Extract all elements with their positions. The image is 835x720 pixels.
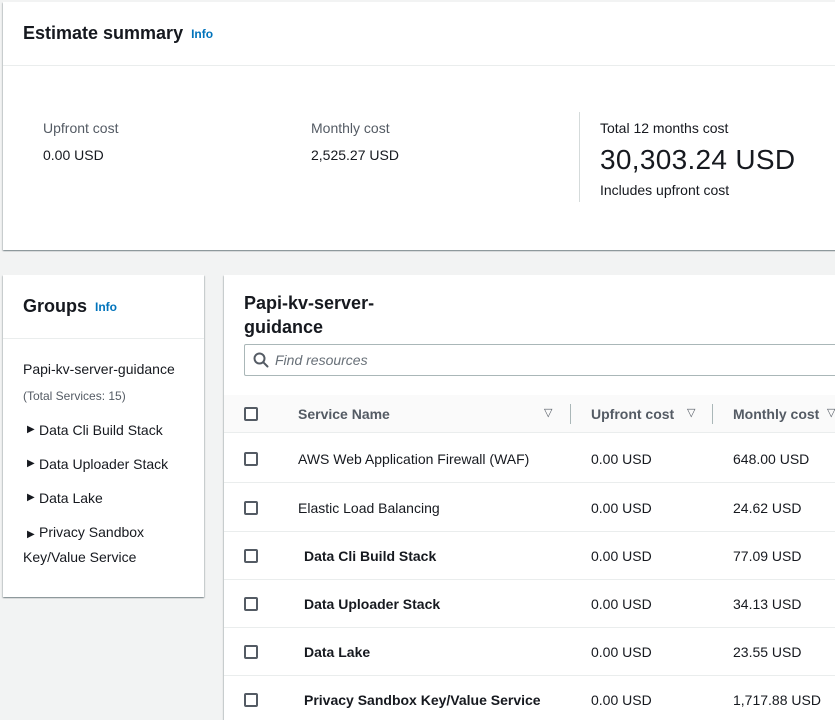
monthly-cost-value: 2,525.27 USD [311,147,399,163]
search-input[interactable] [275,352,775,368]
table-row[interactable]: AWS Web Application Firewall (WAF) 0.00 … [224,435,835,483]
table-row-group[interactable]: Data Uploader Stack 0.00 USD 34.13 USD [224,580,835,628]
row-checkbox[interactable] [244,549,258,563]
service-name-cell: AWS Web Application Firewall (WAF) [298,451,530,467]
group-item-label: Privacy Sandbox Key/Value Service [23,524,145,565]
row-checkbox[interactable] [244,597,258,611]
table-row[interactable]: Elastic Load Balancing 0.00 USD 24.62 US… [224,484,835,532]
monthly-cost-cell: 24.62 USD [733,500,802,516]
upfront-cost-cell: 0.00 USD [591,644,652,660]
total-cost-label: Total 12 months cost [600,120,729,136]
column-divider[interactable] [712,404,713,424]
column-header-service-name[interactable]: Service Name [298,406,390,422]
table-row-group[interactable]: Data Cli Build Stack 0.00 USD 77.09 USD [224,532,835,580]
caret-right-icon[interactable]: ▶ [27,487,35,509]
search-box[interactable] [244,344,835,376]
upfront-cost-cell: 0.00 USD [591,500,652,516]
row-checkbox[interactable] [244,452,258,466]
group-item-data-cli-build-stack[interactable]: ▶ Data Cli Build Stack [27,419,163,441]
estimate-summary-info-link[interactable]: Info [191,27,213,41]
total-cost-note: Includes upfront cost [600,182,730,198]
monthly-cost-label: Monthly cost [311,120,390,136]
service-name-cell: Data Cli Build Stack [304,548,437,564]
sort-down-icon[interactable]: ▽ [544,406,552,419]
row-checkbox[interactable] [244,645,258,659]
group-item-privacy-sandbox[interactable]: ▶ Privacy Sandbox Key/Value Service [23,521,173,568]
upfront-cost-value: 0.00 USD [43,147,104,163]
upfront-cost-label: Upfront cost [43,120,119,136]
upfront-cost-cell: 0.00 USD [591,692,652,708]
monthly-cost-cell: 34.13 USD [733,596,802,612]
upfront-cost-cell: 0.00 USD [591,596,652,612]
upfront-cost-cell: 0.00 USD [591,548,652,564]
groups-info-link[interactable]: Info [95,300,117,314]
estimate-summary-title: Estimate summary [23,23,184,43]
estimate-summary-header: Estimate summary Info [3,2,835,66]
service-name-cell: Data Uploader Stack [304,596,441,612]
service-name-cell: Privacy Sandbox Key/Value Service [304,692,541,708]
search-icon [253,352,269,368]
group-item-label: Data Lake [39,490,103,506]
table-row-group[interactable]: Privacy Sandbox Key/Value Service 0.00 U… [224,676,835,720]
group-item-data-uploader-stack[interactable]: ▶ Data Uploader Stack [27,453,168,475]
upfront-cost-cell: 0.00 USD [591,451,652,467]
table-header: Service Name ▽ Upfront cost ▽ Monthly co… [224,395,835,433]
column-header-upfront-cost[interactable]: Upfront cost [591,406,674,422]
row-checkbox[interactable] [244,693,258,707]
summary-divider [579,112,580,202]
row-checkbox[interactable] [244,501,258,515]
monthly-cost-cell: 1,717.88 USD [733,692,821,708]
table-row-group[interactable]: Data Lake 0.00 USD 23.55 USD [224,628,835,676]
group-item-data-lake[interactable]: ▶ Data Lake [27,487,103,509]
total-cost-value: 30,303.24 USD [600,144,796,175]
groups-header: Groups Info [3,275,204,339]
estimate-summary-panel: Estimate summary Info Upfront cost 0.00 … [3,2,835,250]
service-name-cell: Data Lake [304,644,371,660]
column-header-monthly-cost[interactable]: Monthly cost [733,406,819,422]
monthly-cost-cell: 77.09 USD [733,548,802,564]
caret-right-icon[interactable]: ▶ [27,419,35,441]
group-root-count: (Total Services: 15) [23,389,126,403]
select-all-checkbox[interactable] [244,407,258,421]
group-item-label: Data Uploader Stack [39,456,169,472]
caret-right-icon[interactable]: ▶ [27,453,35,475]
sort-down-icon[interactable]: ▽ [827,406,835,419]
sort-down-icon[interactable]: ▽ [687,406,695,419]
group-root-name[interactable]: Papi-kv-server-guidance [23,361,175,377]
groups-panel: Groups Info Papi-kv-server-guidance (Tot… [3,275,204,597]
resources-title: Papi-kv-server-guidance [244,293,375,337]
service-name-cell: Elastic Load Balancing [298,500,440,516]
groups-title: Groups [23,296,88,316]
caret-right-icon[interactable]: ▶ [27,524,35,546]
monthly-cost-cell: 23.55 USD [733,644,802,660]
resources-panel: Papi-kv-server-guidance Service Name ▽ U… [224,275,835,720]
column-divider[interactable] [570,404,571,424]
group-item-label: Data Cli Build Stack [39,422,163,438]
monthly-cost-cell: 648.00 USD [733,451,810,467]
